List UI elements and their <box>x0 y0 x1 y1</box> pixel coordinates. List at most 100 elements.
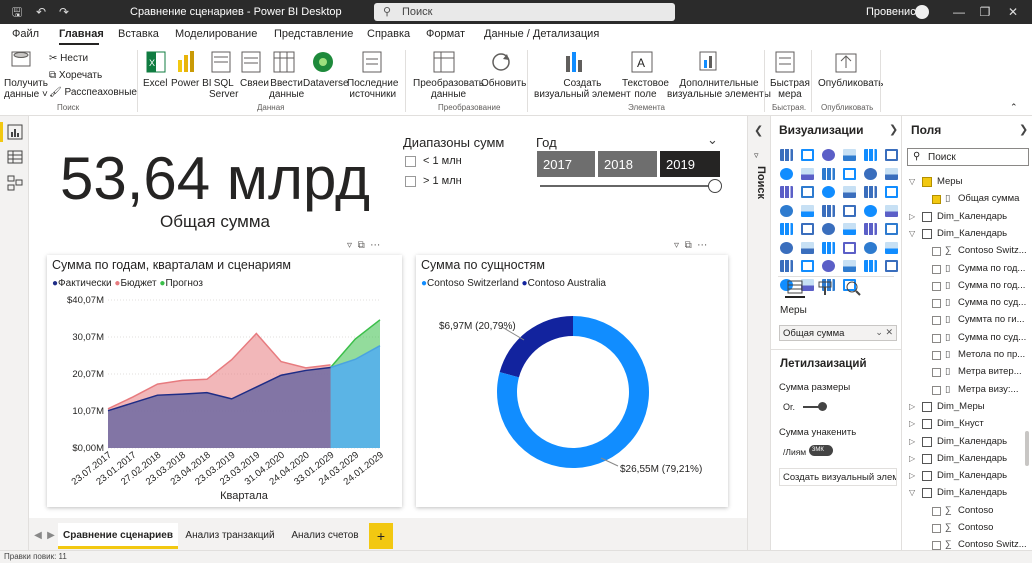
option-toggle[interactable]: 3МК <box>809 445 833 456</box>
report-view-icon[interactable] <box>7 124 23 140</box>
chevron-right-icon[interactable]: ▷ <box>909 437 915 446</box>
visual-type-icon[interactable] <box>822 204 835 217</box>
filter-icon[interactable]: ▿ <box>674 240 679 251</box>
field-row[interactable]: ▯ Сумма по год... <box>902 278 1025 295</box>
visual-type-icon[interactable] <box>780 260 793 272</box>
field-row[interactable]: ▯ Сумма по суд... <box>902 330 1026 347</box>
field-row[interactable]: ▯ Метра витер... <box>902 364 1024 381</box>
title-search-box[interactable]: ⚲ Поиск <box>374 3 675 21</box>
search-strip-label[interactable]: Поиск <box>751 166 767 199</box>
visual-type-icon[interactable] <box>864 260 877 272</box>
next-page-icon[interactable]: ▶ <box>46 523 56 549</box>
visual-type-icon[interactable] <box>843 149 856 161</box>
visual-type-icon[interactable] <box>801 241 814 254</box>
focus-mode-icon[interactable]: ⧉ <box>358 240 365 251</box>
field-table-row[interactable]: ▷ Dim_Календарь <box>902 434 1024 451</box>
publish-button[interactable]: Опубликовать <box>818 78 883 89</box>
range-option-checkbox[interactable] <box>405 176 416 187</box>
sql-server-button[interactable]: SQL Server <box>209 78 238 100</box>
visual-type-icon[interactable] <box>864 204 877 217</box>
field-checkbox[interactable] <box>932 524 941 533</box>
recent-sources-button[interactable]: Последние источники <box>347 78 398 100</box>
chevron-down-icon[interactable]: ⌄ <box>707 132 718 148</box>
field-table-row[interactable]: ▷ Dim_Календарь <box>902 468 1024 485</box>
field-row[interactable]: ∑ Contoso Switz... <box>902 243 1027 260</box>
format-paint-icon[interactable] <box>817 280 833 296</box>
visual-type-icon[interactable] <box>885 186 898 198</box>
textbox-button[interactable]: Текстовое поле <box>622 78 669 100</box>
close-icon[interactable]: ✕ <box>1005 4 1021 20</box>
visual-type-icon[interactable] <box>864 167 877 180</box>
field-checkbox[interactable] <box>932 333 941 343</box>
field-row[interactable]: ∑ Contoso <box>902 503 1024 520</box>
visual-type-icon[interactable] <box>801 186 814 198</box>
field-table-row[interactable]: ▷ Dim_Кнуст <box>902 416 1024 433</box>
visual-type-icon[interactable] <box>780 186 793 198</box>
well-field-pill[interactable]: Общая сумма ⌄ ✕ <box>779 325 897 341</box>
tab-help[interactable]: Справка <box>367 28 410 40</box>
more-options-icon[interactable]: ⋯ <box>370 240 380 251</box>
visual-type-icon[interactable] <box>801 149 814 161</box>
filter-icon[interactable]: ▿ <box>754 150 759 161</box>
chevron-left-icon[interactable]: ❮ <box>754 124 763 137</box>
visual-type-icon[interactable] <box>780 204 793 217</box>
field-checkbox[interactable] <box>932 299 941 309</box>
field-table-row[interactable]: ▽ Dim_Календарь <box>902 226 1024 243</box>
build-visual-icon[interactable] <box>787 280 803 294</box>
chevron-down-icon[interactable]: ▽ <box>909 488 915 497</box>
fields-search-input[interactable]: ⚲ Поиск <box>907 148 1029 166</box>
links-button[interactable]: Свяеи <box>240 78 269 89</box>
undo-icon[interactable]: ↶ <box>33 4 49 20</box>
tab-file[interactable]: Файл <box>12 28 39 40</box>
tab-data-drill[interactable]: Данные / Детализация <box>484 28 599 40</box>
field-row[interactable]: ▯ Сумма по суд... <box>902 295 1026 312</box>
year-button[interactable]: 2017 <box>537 151 595 177</box>
analytics-icon[interactable] <box>845 280 861 296</box>
visual-type-icon[interactable] <box>885 241 898 254</box>
get-data-button[interactable]: Получить данные ˅ <box>4 78 48 100</box>
more-options-icon[interactable]: ⋯ <box>697 240 707 251</box>
quick-measure-button[interactable]: Быстрая мера <box>770 78 810 100</box>
field-row[interactable]: ▯ Метра визу:... <box>902 382 1024 399</box>
year-button[interactable]: 2018 <box>598 151 657 177</box>
visual-type-icon[interactable] <box>885 223 898 235</box>
data-view-icon[interactable] <box>7 149 23 165</box>
avatar[interactable] <box>915 5 929 19</box>
field-table-row[interactable]: ▽ Меры <box>902 174 1024 191</box>
visual-type-icon[interactable] <box>801 204 814 217</box>
visual-type-icon[interactable] <box>822 167 835 180</box>
cut-button[interactable]: ✂ Нести <box>49 53 88 64</box>
field-checkbox[interactable] <box>932 541 941 551</box>
chevron-down-icon[interactable]: ▽ <box>909 177 915 186</box>
collapse-ribbon-icon[interactable]: ⌃ <box>1010 102 1018 113</box>
visual-type-icon[interactable] <box>780 241 793 254</box>
transform-data-button[interactable]: Преобразовать данные <box>413 78 484 100</box>
field-checkbox[interactable] <box>932 351 941 360</box>
chevron-down-icon[interactable]: ⌄ ✕ <box>875 327 893 338</box>
visual-type-icon[interactable] <box>864 223 877 235</box>
visual-type-icon[interactable] <box>801 167 814 180</box>
field-table-row[interactable]: ▷ Dim_Меры <box>902 399 1024 416</box>
year-slider-handle[interactable] <box>708 179 722 193</box>
year-button-selected[interactable]: 2019 <box>660 151 720 177</box>
tab-view[interactable]: Представление <box>274 28 353 40</box>
visual-type-icon[interactable] <box>780 149 793 161</box>
restore-icon[interactable]: ❐ <box>977 4 993 20</box>
prev-page-icon[interactable]: ◀ <box>33 523 43 549</box>
visual-type-icon[interactable] <box>843 186 856 198</box>
visual-type-icon[interactable] <box>822 260 835 272</box>
new-visual-button[interactable]: Создать визуальный элемент <box>534 78 631 100</box>
page-tab[interactable]: Анализ транзакций <box>180 523 280 549</box>
visual-type-icon[interactable] <box>780 223 793 235</box>
chevron-right-icon[interactable]: ▷ <box>909 454 915 463</box>
field-checkbox[interactable] <box>932 195 941 205</box>
field-row[interactable]: ▯ Общая сумма <box>902 191 1024 208</box>
focus-mode-icon[interactable]: ⧉ <box>685 240 692 251</box>
tab-modeling[interactable]: Моделирование <box>175 28 257 40</box>
field-checkbox[interactable] <box>932 316 941 326</box>
field-checkbox[interactable] <box>932 281 941 291</box>
visual-type-icon[interactable] <box>843 167 856 180</box>
visual-type-icon[interactable] <box>822 186 835 198</box>
chevron-right-icon[interactable]: ▷ <box>909 402 915 411</box>
visual-type-icon[interactable] <box>885 149 898 161</box>
